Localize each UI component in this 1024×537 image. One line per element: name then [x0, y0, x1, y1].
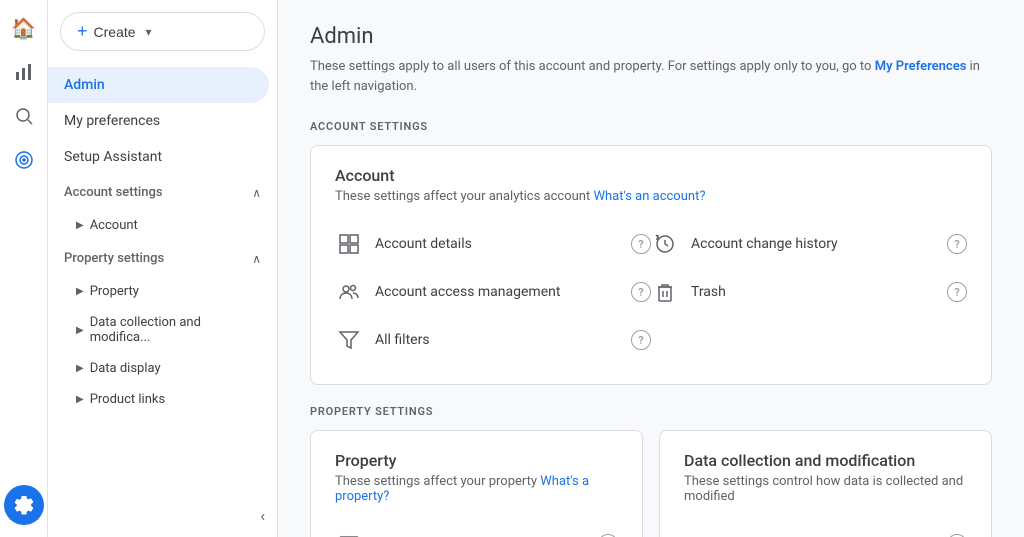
my-preferences-link[interactable]: My Preferences — [875, 59, 967, 74]
account-card-subtitle: These settings affect your analytics acc… — [335, 189, 967, 204]
collapse-button[interactable]: ‹ — [260, 506, 265, 525]
whats-account-link[interactable]: What's an account? — [593, 189, 705, 204]
sidebar-item-data-collection[interactable]: ▶ Data collection and modifica... — [48, 307, 269, 353]
page-subtitle: These settings apply to all users of thi… — [310, 57, 992, 96]
account-access-label: Account access management — [375, 284, 619, 300]
arrow-icon-3: ▶ — [76, 325, 84, 336]
account-access-icon — [335, 278, 363, 306]
target-icon[interactable] — [4, 140, 44, 180]
account-settings-header[interactable]: Account settings ∧ — [48, 175, 277, 210]
account-access-item[interactable]: Account access management ? — [335, 268, 651, 316]
chevron-down-icon: ▾ — [146, 25, 152, 39]
account-change-history-item[interactable]: Account change history ? — [651, 220, 967, 268]
plus-icon: + — [77, 21, 88, 42]
data-collection-card: Data collection and modification These s… — [659, 430, 992, 537]
property-settings-grid: Property These settings affect your prop… — [310, 430, 992, 537]
chart-icon[interactable] — [4, 52, 44, 92]
account-items-grid: Account details ? Account access managem… — [335, 220, 967, 364]
sidebar-item-admin[interactable]: Admin — [48, 67, 269, 103]
arrow-icon-4: ▶ — [76, 363, 84, 374]
all-filters-help-icon[interactable]: ? — [631, 330, 651, 350]
property-details-item[interactable]: Property details ? — [335, 520, 618, 537]
arrow-icon-5: ▶ — [76, 394, 84, 405]
trash-label: Trash — [691, 284, 935, 300]
property-card-title: Property — [335, 451, 618, 470]
all-filters-item[interactable]: All filters ? — [335, 316, 651, 364]
sidebar-item-account[interactable]: ▶ Account — [48, 210, 269, 241]
sidebar-item-property[interactable]: ▶ Property — [48, 276, 269, 307]
property-card-subtitle: These settings affect your property What… — [335, 474, 618, 504]
sidebar: + Create ▾ Admin My preferences Setup As… — [48, 0, 278, 537]
all-filters-label: All filters — [375, 332, 619, 348]
account-card: Account These settings affect your analy… — [310, 145, 992, 385]
arrow-icon: ▶ — [76, 220, 84, 231]
property-settings-header[interactable]: Property settings ∧ — [48, 241, 277, 276]
data-streams-icon — [684, 530, 712, 537]
data-collection-card-title: Data collection and modification — [684, 451, 967, 470]
account-access-help-icon[interactable]: ? — [631, 282, 651, 302]
account-details-label: Account details — [375, 236, 619, 252]
main-content: Admin These settings apply to all users … — [278, 0, 1024, 537]
page-title: Admin — [310, 24, 992, 49]
icon-rail: 🏠 — [0, 0, 48, 537]
sidebar-item-data-display[interactable]: ▶ Data display — [48, 353, 269, 384]
chevron-up-icon-2: ∧ — [252, 252, 261, 266]
sidebar-item-setup[interactable]: Setup Assistant — [48, 139, 269, 175]
create-button[interactable]: + Create ▾ — [60, 12, 265, 51]
chevron-up-icon: ∧ — [252, 186, 261, 200]
account-details-icon — [335, 230, 363, 258]
account-details-item[interactable]: Account details ? — [335, 220, 651, 268]
account-change-history-label: Account change history — [691, 236, 935, 252]
sidebar-item-product-links[interactable]: ▶ Product links — [48, 384, 269, 415]
arrow-icon-2: ▶ — [76, 286, 84, 297]
account-right-col: Account change history ? Trash ? — [651, 220, 967, 364]
all-filters-icon — [335, 326, 363, 354]
account-change-history-help-icon[interactable]: ? — [947, 234, 967, 254]
account-settings-label: ACCOUNT SETTINGS — [310, 120, 992, 133]
home-icon[interactable]: 🏠 — [4, 8, 44, 48]
data-collection-card-subtitle: These settings control how data is colle… — [684, 474, 967, 504]
trash-help-icon[interactable]: ? — [947, 282, 967, 302]
sidebar-item-preferences[interactable]: My preferences — [48, 103, 269, 139]
account-details-help-icon[interactable]: ? — [631, 234, 651, 254]
data-streams-item[interactable]: Data streams ? — [684, 520, 967, 537]
create-label: Create — [94, 24, 136, 40]
trash-item[interactable]: Trash ? — [651, 268, 967, 316]
property-settings-label: PROPERTY SETTINGS — [310, 405, 992, 418]
account-left-col: Account details ? Account access managem… — [335, 220, 651, 364]
account-change-history-icon — [651, 230, 679, 258]
gear-icon[interactable] — [4, 485, 44, 525]
property-card: Property These settings affect your prop… — [310, 430, 643, 537]
trash-icon — [651, 278, 679, 306]
search-icon[interactable] — [4, 96, 44, 136]
property-details-icon — [335, 530, 363, 537]
account-card-title: Account — [335, 166, 967, 185]
